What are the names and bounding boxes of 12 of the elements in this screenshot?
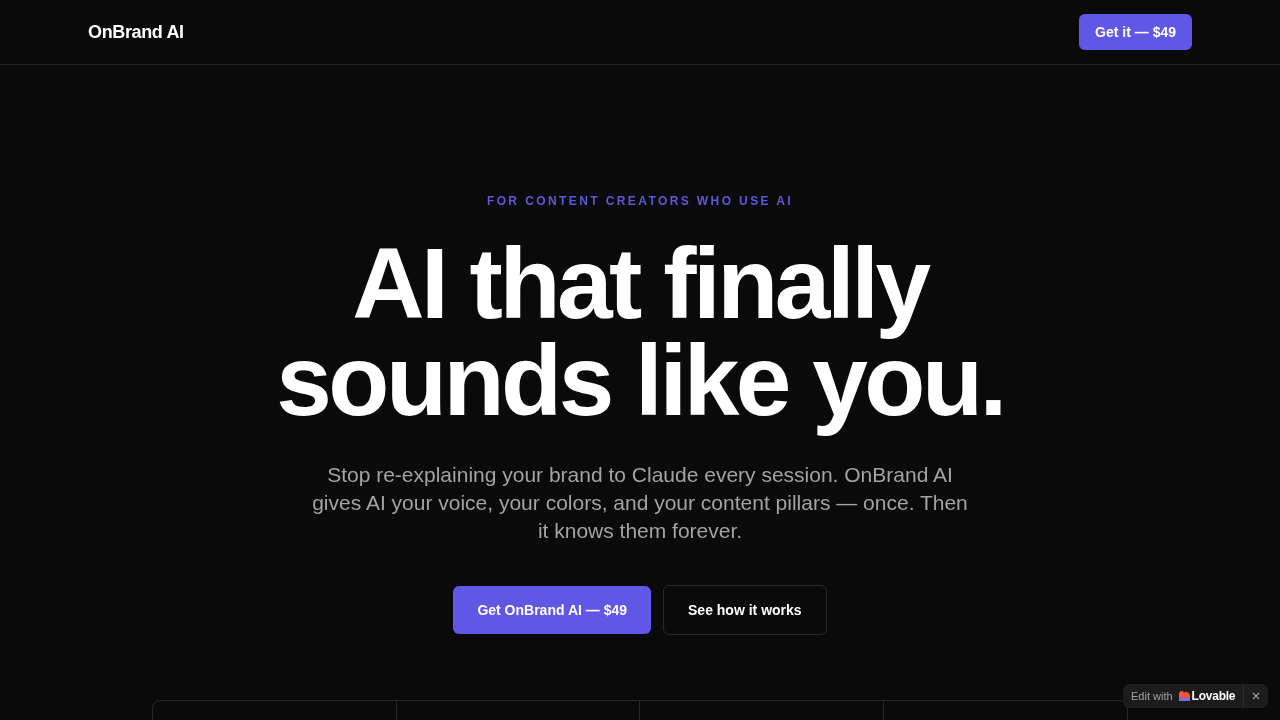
close-icon[interactable]	[1252, 692, 1261, 700]
heart-logo-icon	[1178, 691, 1190, 701]
brand-logo[interactable]: OnBrand AI	[88, 18, 184, 46]
eyebrow-text: FOR CONTENT CREATORS WHO USE AI	[486, 193, 794, 209]
secondary-cta-button[interactable]: See how it works	[663, 585, 827, 635]
badge-brand: Lovable	[1191, 690, 1236, 702]
hero-description: Stop re-explaining your brand to Claude every session. OnBrand AI gives AI your voice, your colors, and your content pillars — once. Then it knows them forever.	[311, 462, 969, 544]
hero-headline: AI that finally sounds like you.	[276, 229, 1004, 438]
get-it-button[interactable]: Get it — $49	[1079, 14, 1192, 50]
primary-cta-button[interactable]: Get OnBrand AI — $49	[453, 586, 651, 634]
edit-badge[interactable]: Edit with Lovable	[1123, 684, 1269, 708]
badge-prefix: Edit with	[1131, 690, 1173, 702]
